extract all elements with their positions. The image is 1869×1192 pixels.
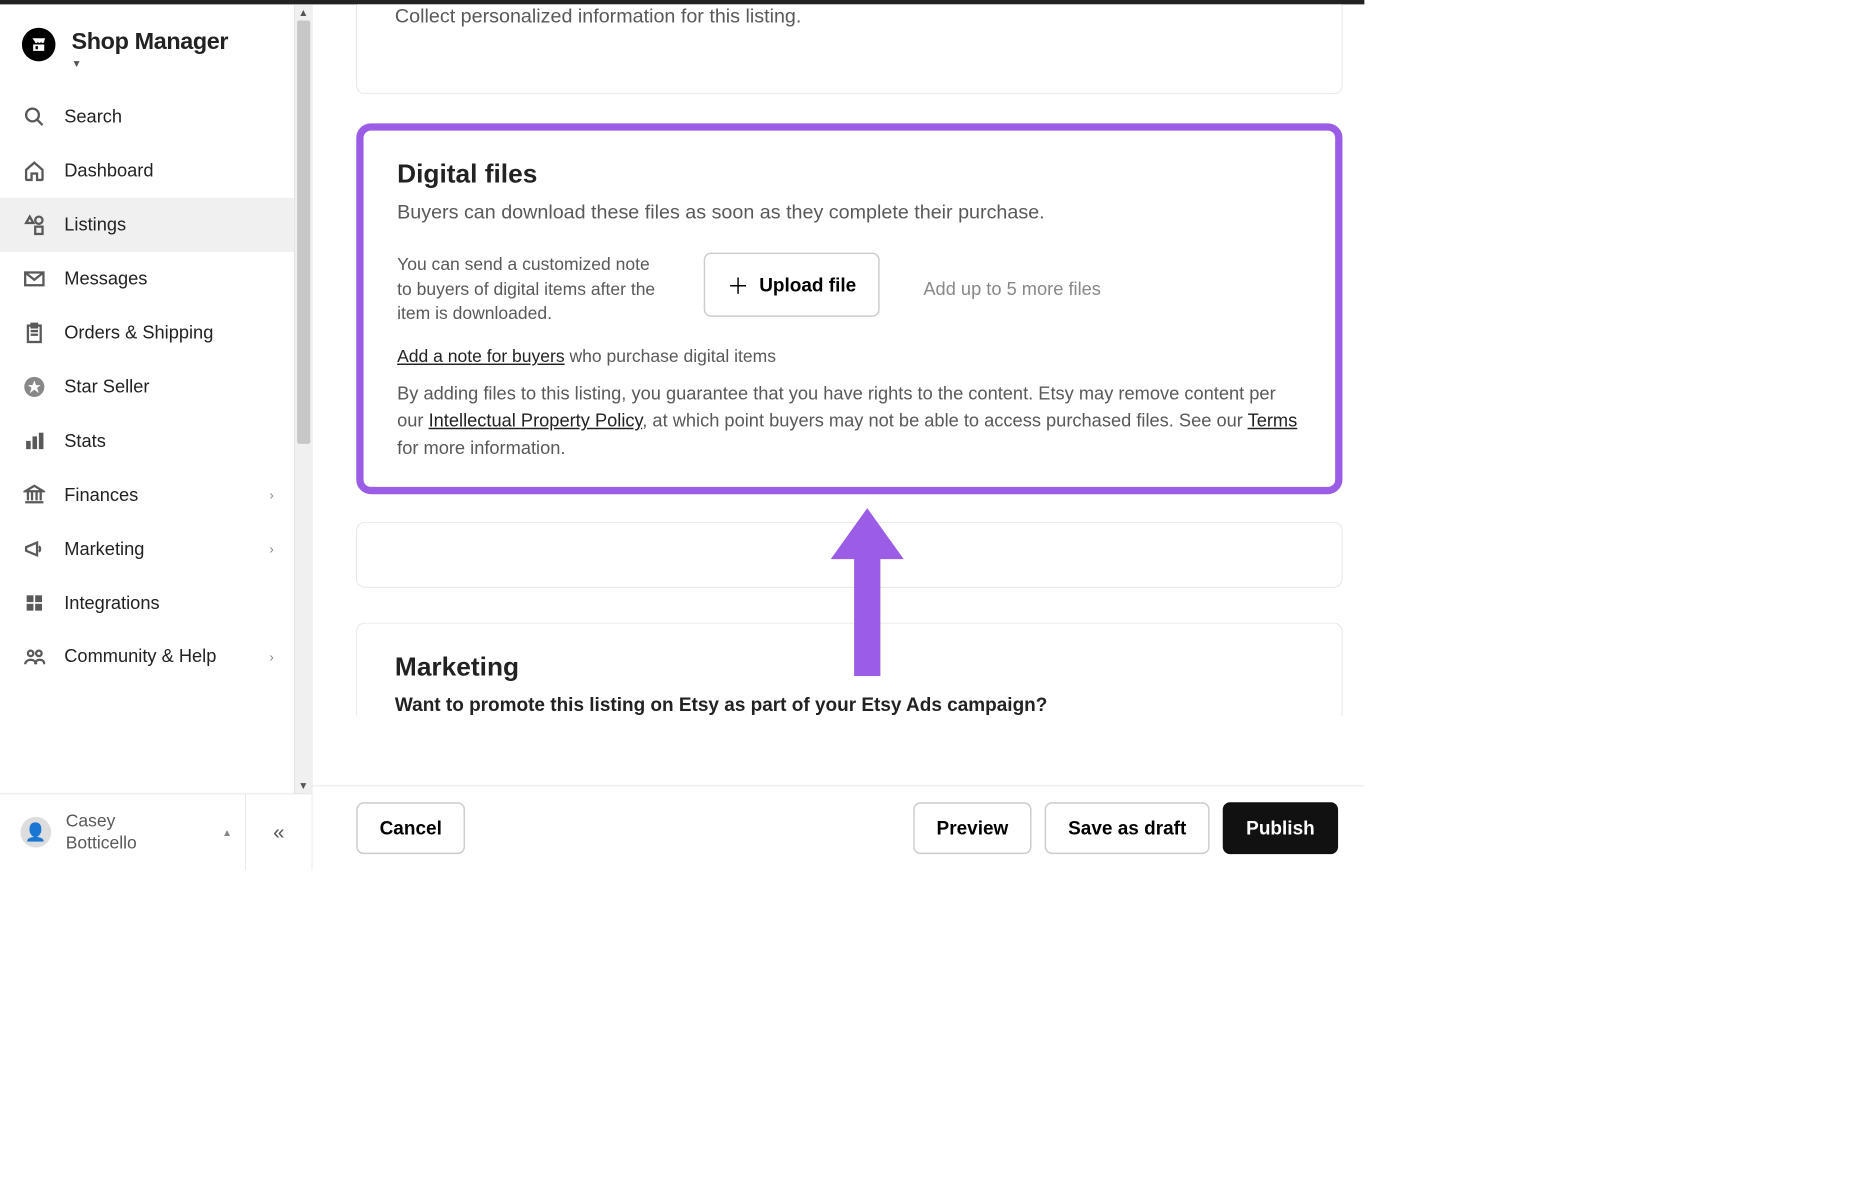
sidebar-item-dashboard[interactable]: Dashboard (0, 144, 294, 198)
chevron-right-icon: › (269, 487, 273, 502)
sidebar-scrollbar[interactable]: ▲ ▼ (294, 4, 312, 793)
digital-files-desc: Buyers can download these files as soon … (397, 201, 1301, 224)
nav-label: Listings (64, 214, 126, 235)
marketing-prompt: Want to promote this listing on Etsy as … (395, 694, 1304, 717)
sidebar-item-orders-shipping[interactable]: Orders & Shipping (0, 306, 294, 360)
upload-file-button[interactable]: ＋ Upload file (704, 253, 880, 317)
digital-disclaimer: By adding files to this listing, you gua… (397, 380, 1301, 462)
marketing-card: Marketing Want to promote this listing o… (356, 623, 1342, 716)
nav-label: Finances (64, 484, 138, 505)
digital-files-title: Digital files (397, 158, 1301, 189)
plus-icon: ＋ (727, 269, 749, 301)
sidebar-item-community-help[interactable]: Community & Help › (0, 630, 294, 684)
grid-icon (22, 591, 47, 616)
ip-policy-link[interactable]: Intellectual Property Policy (429, 410, 643, 430)
user-name: Casey Botticello (66, 810, 137, 854)
sidebar-item-integrations[interactable]: Integrations (0, 576, 294, 630)
sidebar-item-listings[interactable]: Listings (0, 198, 294, 252)
clipboard-icon (22, 320, 47, 345)
collapsed-card[interactable] (356, 522, 1342, 588)
save-draft-button[interactable]: Save as draft (1045, 802, 1210, 854)
nav-label: Search (64, 106, 122, 127)
footer-action-bar: Cancel Preview Save as draft Publish (312, 785, 1364, 870)
nav-label: Stats (64, 430, 106, 451)
sidebar-footer: 👤 Casey Botticello ▲ « (0, 794, 312, 871)
sidebar-item-search[interactable]: Search (0, 90, 294, 144)
upload-hint: Add up to 5 more files (923, 279, 1101, 300)
chevron-right-icon: › (269, 541, 273, 556)
search-icon (22, 104, 47, 129)
shop-title: Shop Manager (72, 28, 229, 55)
terms-link[interactable]: Terms (1248, 410, 1298, 430)
marketing-title: Marketing (395, 651, 1304, 682)
bars-icon (22, 429, 47, 454)
mail-icon (22, 266, 47, 291)
nav-label: Orders & Shipping (64, 322, 213, 343)
nav-label: Integrations (64, 592, 159, 613)
scroll-down-icon[interactable]: ▼ (298, 777, 308, 793)
bank-icon (22, 483, 47, 508)
shop-logo-icon (22, 28, 56, 62)
digital-files-card: Digital files Buyers can download these … (356, 123, 1342, 494)
sidebar-item-stats[interactable]: Stats (0, 414, 294, 468)
caret-up-icon: ▲ (222, 826, 232, 838)
cancel-button[interactable]: Cancel (356, 802, 465, 854)
upload-label: Upload file (759, 273, 856, 296)
scroll-up-icon[interactable]: ▲ (298, 4, 308, 20)
collapse-sidebar-button[interactable]: « (246, 794, 312, 870)
nav-label: Star Seller (64, 376, 149, 397)
home-icon (22, 158, 47, 183)
shapes-icon (22, 212, 47, 237)
megaphone-icon (22, 537, 47, 562)
digital-note-text: You can send a customized note to buyers… (397, 253, 660, 327)
sidebar-item-messages[interactable]: Messages (0, 252, 294, 306)
personalization-desc: Collect personalized information for thi… (395, 5, 1304, 28)
nav-label: Dashboard (64, 160, 153, 181)
chevron-down-icon[interactable]: ▼ (72, 58, 229, 70)
double-chevron-left-icon: « (273, 821, 284, 844)
sidebar-item-marketing[interactable]: Marketing › (0, 522, 294, 576)
add-note-link[interactable]: Add a note for buyers (397, 347, 565, 367)
user-menu[interactable]: 👤 Casey Botticello ▲ (0, 794, 246, 870)
nav-label: Community & Help (64, 646, 216, 669)
nav-label: Marketing (64, 538, 144, 559)
star-badge-icon (22, 374, 47, 399)
sidebar-item-finances[interactable]: Finances › (0, 468, 294, 522)
chevron-right-icon: › (269, 649, 273, 664)
personalization-card: Collect personalized information for thi… (356, 4, 1342, 94)
avatar: 👤 (20, 817, 51, 848)
sidebar: ▲ ▼ Shop Manager ▼ (0, 4, 312, 870)
scroll-thumb[interactable] (297, 20, 310, 443)
main-content: Collect personalized information for thi… (312, 4, 1364, 870)
people-icon (22, 645, 47, 670)
add-note-rest: who purchase digital items (565, 347, 776, 367)
nav-label: Messages (64, 268, 147, 289)
sidebar-item-star-seller[interactable]: Star Seller (0, 360, 294, 414)
preview-button[interactable]: Preview (913, 802, 1031, 854)
shop-manager-header[interactable]: Shop Manager ▼ (0, 4, 294, 89)
publish-button[interactable]: Publish (1223, 802, 1338, 854)
